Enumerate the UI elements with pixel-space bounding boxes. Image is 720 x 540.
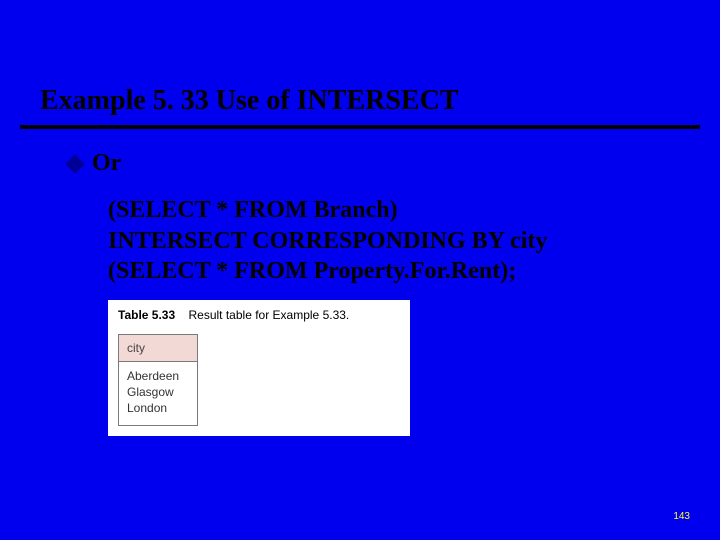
table-caption-bold: Table 5.33 <box>118 308 175 322</box>
diamond-bullet-icon <box>65 154 85 174</box>
bullet-text: Or <box>92 150 121 177</box>
table-row: Aberdeen <box>127 368 189 384</box>
page-number: 143 <box>673 511 690 522</box>
table-row: Glasgow <box>127 384 189 400</box>
code-line: (SELECT * FROM Branch) <box>108 195 547 226</box>
sql-code-block: (SELECT * FROM Branch) INTERSECT CORRESP… <box>108 195 547 287</box>
code-line: (SELECT * FROM Property.For.Rent); <box>108 256 547 287</box>
result-table: Table 5.33 Result table for Example 5.33… <box>108 300 410 436</box>
table-body: Aberdeen Glasgow London <box>118 362 198 426</box>
table-row: London <box>127 400 189 416</box>
table-caption: Table 5.33 Result table for Example 5.33… <box>108 300 410 328</box>
title-underline <box>20 125 700 129</box>
code-line: INTERSECT CORRESPONDING BY city <box>108 226 547 257</box>
bullet-row: Or <box>68 150 121 177</box>
slide-title: Example 5. 33 Use of INTERSECT <box>40 85 458 117</box>
table-caption-text: Result table for Example 5.33. <box>189 308 350 322</box>
table-header-cell: city <box>118 334 198 362</box>
